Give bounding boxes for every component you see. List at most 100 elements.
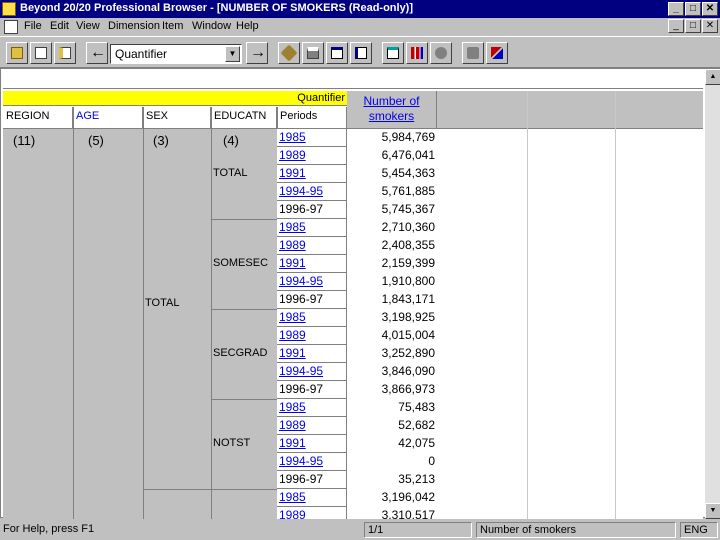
- link-button[interactable]: [278, 42, 300, 64]
- document-icon[interactable]: [4, 20, 18, 34]
- education-label[interactable]: TOTAL: [213, 167, 247, 179]
- menu-dimension[interactable]: Dimension: [108, 20, 160, 32]
- value-cell: 3,846,090: [381, 364, 435, 378]
- vertical-scrollbar[interactable]: ▲ ▼: [705, 69, 720, 519]
- map-button[interactable]: [430, 42, 452, 64]
- sex-label-total[interactable]: TOTAL: [145, 297, 179, 309]
- period-cell[interactable]: 1989: [277, 327, 347, 345]
- period-cell[interactable]: 1994-95: [277, 183, 347, 201]
- value-cell: 3,198,925: [381, 310, 435, 324]
- maximize-button[interactable]: □: [685, 2, 701, 16]
- header-region[interactable]: REGION: [3, 107, 73, 129]
- value-cell: 2,159,399: [381, 256, 435, 270]
- age-count: (5): [88, 133, 104, 148]
- value-cell: 5,984,769: [381, 130, 435, 144]
- empty-header-area: [437, 91, 703, 129]
- menu-window[interactable]: Window: [192, 20, 231, 32]
- menu-file[interactable]: File: [24, 20, 42, 32]
- period-cell: 1996-97: [277, 471, 347, 489]
- status-page: 1/1: [364, 522, 472, 538]
- table-view-button[interactable]: [382, 42, 404, 64]
- mdi-close-button[interactable]: ✕: [702, 19, 718, 33]
- chart-button[interactable]: [406, 42, 428, 64]
- app-icon[interactable]: [2, 2, 16, 16]
- education-label[interactable]: NOTST: [213, 437, 250, 449]
- period-cell[interactable]: 1994-95: [277, 453, 347, 471]
- chevron-down-icon[interactable]: ▼: [225, 46, 240, 62]
- layout-button-1[interactable]: [326, 42, 348, 64]
- period-cell[interactable]: 1985: [277, 489, 347, 507]
- status-help-text: For Help, press F1: [3, 523, 95, 535]
- status-language: ENG: [680, 522, 718, 538]
- mdi-restore-button[interactable]: □: [685, 19, 701, 33]
- period-cell[interactable]: 1989: [277, 147, 347, 165]
- formula-bar[interactable]: [3, 71, 703, 89]
- filter-button[interactable]: [462, 42, 484, 64]
- document-window: ▲ ▼ Quantifier Number of smokers REGION …: [0, 68, 720, 519]
- menu-view[interactable]: View: [76, 20, 100, 32]
- arrow-right-icon: →: [250, 44, 266, 61]
- window-title: Beyond 20/20 Professional Browser - [NUM…: [20, 2, 414, 14]
- period-cell[interactable]: 1991: [277, 255, 347, 273]
- header-periods[interactable]: Periods: [277, 107, 347, 129]
- period-cell[interactable]: 1991: [277, 345, 347, 363]
- period-cell[interactable]: 1985: [277, 399, 347, 417]
- copy-view-button[interactable]: [30, 42, 52, 64]
- open-button[interactable]: [6, 42, 28, 64]
- dimension-bar[interactable]: Quantifier: [3, 91, 347, 106]
- sort-button[interactable]: [486, 42, 508, 64]
- value-cell: 3,252,890: [381, 346, 435, 360]
- measure-header[interactable]: Number of smokers: [347, 91, 437, 129]
- menu-help[interactable]: Help: [236, 20, 259, 32]
- scroll-up-button[interactable]: ▲: [705, 69, 720, 85]
- header-sex[interactable]: SEX: [143, 107, 211, 129]
- value-cell: 35,213: [398, 472, 435, 486]
- link-icon: [280, 44, 298, 62]
- value-cell: 1,843,171: [381, 292, 435, 306]
- print-button[interactable]: [302, 42, 324, 64]
- minimize-button[interactable]: _: [668, 2, 684, 16]
- period-cell[interactable]: 1989: [277, 417, 347, 435]
- scroll-down-button[interactable]: ▼: [705, 503, 720, 519]
- period-cell: 1996-97: [277, 291, 347, 309]
- education-label[interactable]: SOMESEC: [213, 257, 268, 269]
- period-cell[interactable]: 1994-95: [277, 363, 347, 381]
- header-age[interactable]: AGE: [73, 107, 143, 129]
- close-button[interactable]: ✕: [702, 2, 718, 16]
- group-divider: [211, 399, 277, 400]
- value-cell: 5,761,885: [381, 184, 435, 198]
- value-cell: 1,910,800: [381, 274, 435, 288]
- quantifier-select[interactable]: Quantifier ▼: [110, 44, 242, 64]
- forward-button[interactable]: →: [246, 42, 268, 64]
- mdi-minimize-button[interactable]: _: [668, 19, 684, 33]
- value-cell: 5,454,363: [381, 166, 435, 180]
- value-cell: 52,682: [398, 418, 435, 432]
- period-cell[interactable]: 1985: [277, 129, 347, 147]
- quantifier-label: Quantifier: [297, 92, 345, 104]
- period-cell[interactable]: 1991: [277, 435, 347, 453]
- period-cell[interactable]: 1994-95: [277, 273, 347, 291]
- education-count: (4): [223, 133, 239, 148]
- sex-block-divider: [143, 489, 211, 490]
- menu-edit[interactable]: Edit: [50, 20, 69, 32]
- period-cell[interactable]: 1989: [277, 507, 347, 519]
- value-cell: 2,408,355: [381, 238, 435, 252]
- table-button[interactable]: [54, 42, 76, 64]
- grid-icon: [331, 47, 343, 59]
- period-cell[interactable]: 1991: [277, 165, 347, 183]
- column-divider: [527, 91, 528, 519]
- menu-item[interactable]: Item: [162, 20, 183, 32]
- copy-icon: [35, 47, 47, 59]
- filter-icon: [467, 47, 479, 59]
- period-cell[interactable]: 1985: [277, 309, 347, 327]
- header-education[interactable]: EDUCATN: [211, 107, 277, 129]
- value-cell: 0: [428, 454, 435, 468]
- value-cell: 42,075: [398, 436, 435, 450]
- period-cell[interactable]: 1985: [277, 219, 347, 237]
- period-cell[interactable]: 1989: [277, 237, 347, 255]
- education-label[interactable]: SECGRAD: [213, 347, 267, 359]
- bar-chart-icon: [411, 47, 423, 59]
- period-cell: 1996-97: [277, 381, 347, 399]
- layout-button-2[interactable]: [350, 42, 372, 64]
- back-button[interactable]: ←: [86, 42, 108, 64]
